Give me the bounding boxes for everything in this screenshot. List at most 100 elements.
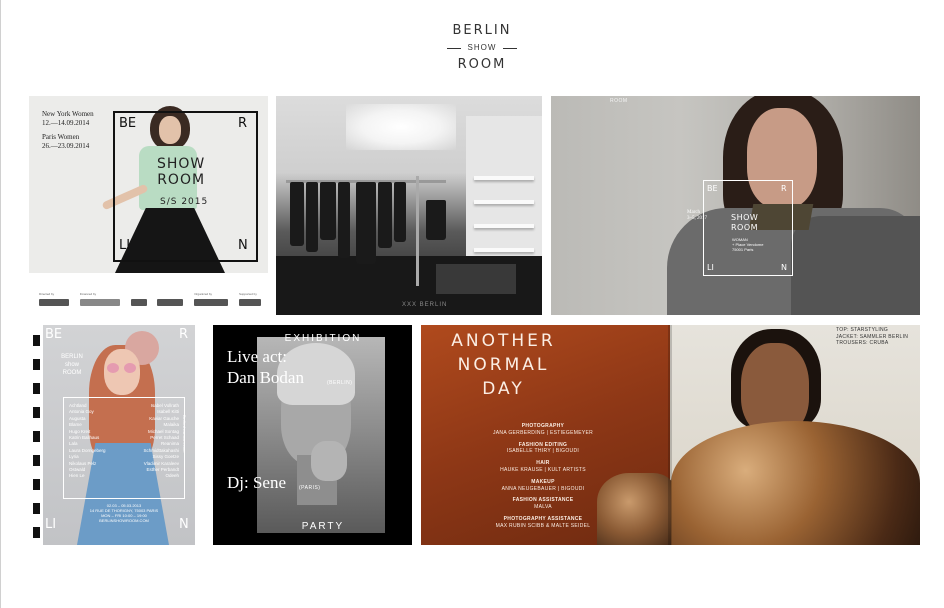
credit-role: PHOTOGRAPHY ASSISTANCE [503, 515, 583, 522]
title-line: DAY [482, 379, 525, 399]
corner-letter-r: R [179, 327, 189, 342]
sponsor-logo [157, 292, 184, 306]
designer-row: Hien Le Odeeh [69, 473, 179, 479]
event-info: 02.03 – 05.03.2013 14 RUE DE THORIGNY, 7… [69, 503, 179, 523]
film-hole [33, 383, 40, 394]
film-hole [33, 335, 40, 346]
vertical-url: Berlinshowroom.com [182, 415, 187, 453]
corner-letter-li: LI [707, 263, 714, 272]
credit-name: ANNA NEUGEBAUER | BIGOUDI [501, 485, 585, 492]
title-line: NORMAL [457, 355, 550, 375]
event-date: March 3–5, 2017 [687, 210, 707, 222]
corner-letter-r: R [781, 184, 787, 193]
date-line: 3–5, 2017 [687, 216, 707, 221]
corner-letter-n: N [781, 263, 787, 272]
corner-letter-be: BE [119, 116, 137, 131]
corner-letter-r: R [238, 116, 248, 131]
poster-designer-list[interactable]: BE R LI N BERLIN show ROOM Achtland Isabe… [29, 325, 195, 545]
garment [306, 182, 318, 252]
room-line: ROOM [731, 223, 759, 232]
poster-exhibition-party[interactable]: EXHIBITION PARTY Live act: Dan Bodan (BE… [213, 325, 412, 545]
sponsor-mark [130, 299, 147, 306]
sponsor-logo: Directed by [39, 292, 69, 306]
sponsor-caption: Directed by [39, 292, 55, 296]
sponsor-mark [194, 299, 229, 306]
editorial-another-normal-day[interactable]: ANOTHER NORMAL DAY PHOTOGRAPHY JANA GERBE… [421, 325, 920, 545]
corner-letter-be: BE [45, 327, 63, 342]
corner-letter-li: LI [45, 517, 57, 532]
photo-watermark: XXX BERLIN [402, 302, 448, 308]
date-line: 12.—14.09.2014 [42, 119, 90, 127]
rack-pole [416, 176, 419, 286]
page-border [0, 0, 1, 608]
credit-role: HAIR [536, 460, 550, 467]
showroom-interior-photo[interactable]: XXX BERLIN [276, 96, 542, 315]
sponsor-mark [39, 299, 69, 306]
garment [320, 182, 336, 240]
poster-logo: BERLIN show ROOM [54, 353, 90, 377]
fur-jacket [671, 421, 920, 545]
title-line: ANOTHER [451, 331, 556, 351]
sponsor-logo: Financed by [79, 292, 120, 306]
poster-ss2015-tile[interactable]: New York Women 12.—14.09.2014 Paris Wome… [29, 96, 268, 315]
editorial-credits: PHOTOGRAPHY JANA GERBERDING | ESTIEGEMEYE… [473, 423, 613, 535]
credit-name: MAX RUBIN SCIBB & MALTE SEIDEL [495, 522, 591, 529]
logo-line: BERLIN [61, 354, 83, 360]
credit-name: ISABELLE THIRY | BIGOUDI [506, 448, 580, 455]
garment [290, 182, 304, 246]
designer-list: Achtland Isabel Vollrath Antonia Goy Isabel… [69, 403, 179, 480]
film-hole [33, 407, 40, 418]
party-word: PARTY [301, 521, 345, 532]
exhibition-word: EXHIBITION [284, 333, 362, 342]
credit-name: JANA GERBERDING | ESTIEGEMEYER [492, 429, 594, 436]
corner-letter-n: N [238, 238, 248, 253]
credit-name: HAUKE KRAUSE | KULT ARTISTS [500, 466, 586, 473]
garment [356, 182, 376, 264]
garment [378, 182, 392, 248]
sponsor-logo: Organized by [194, 292, 229, 306]
shelf [474, 200, 534, 204]
corner-letter-li: LI [119, 238, 131, 253]
room-line: ROOM [157, 172, 206, 188]
logo-dash-left [446, 47, 461, 49]
credit-gap [473, 530, 613, 535]
sunglasses [107, 363, 137, 373]
film-hole [33, 503, 40, 514]
live-act-name: Dan Bodan [227, 368, 304, 387]
date-line: New York Women [42, 110, 94, 118]
sponsor-caption [157, 292, 183, 296]
top-tag: ROOM [610, 98, 628, 104]
film-hole [33, 479, 40, 490]
designer-name: Odeeh [165, 473, 179, 479]
sponsor-mark [238, 299, 261, 306]
sponsor-logo [130, 292, 147, 306]
garment [426, 200, 446, 240]
logo-line-room: ROOM [457, 57, 507, 72]
sponsor-caption: Organized by [194, 292, 213, 296]
shelf [474, 248, 534, 252]
info-line: BERLINSHOWROOM.COM [99, 518, 149, 523]
poster-season: S/S 2015 [160, 197, 209, 207]
logo-line: show [64, 362, 79, 368]
logo-line-show: SHOW [432, 40, 532, 56]
sponsor-mark [157, 299, 184, 306]
shelf [474, 176, 534, 180]
sponsor-caption [131, 292, 147, 296]
sponsor-mark [79, 299, 120, 306]
film-hole [33, 455, 40, 466]
berlin-showroom-logo[interactable]: BERLIN SHOW ROOM [432, 22, 532, 74]
show-line: SHOW [157, 156, 206, 172]
logo-show-text: SHOW [467, 43, 497, 52]
poster-woman-grey-coat[interactable]: ROOM BE R LI N March 3–5, 2017 SHOW ROOM… [551, 96, 920, 315]
credit-role: FASHION EDITING [518, 441, 568, 448]
sponsor-caption: Financed by [79, 292, 97, 296]
credit-role: PHOTOGRAPHY [521, 423, 565, 429]
film-hole [33, 359, 40, 370]
editorial-title: ANOTHER NORMAL DAY [421, 329, 586, 401]
shelf [474, 224, 534, 228]
date-line: 26.—23.09.2014 [42, 142, 90, 150]
corner-letter-be: BE [707, 184, 718, 193]
dj-name: Dj: Sene [227, 473, 287, 492]
designer-name: Hien Le [69, 473, 85, 479]
page-fold [668, 325, 672, 545]
